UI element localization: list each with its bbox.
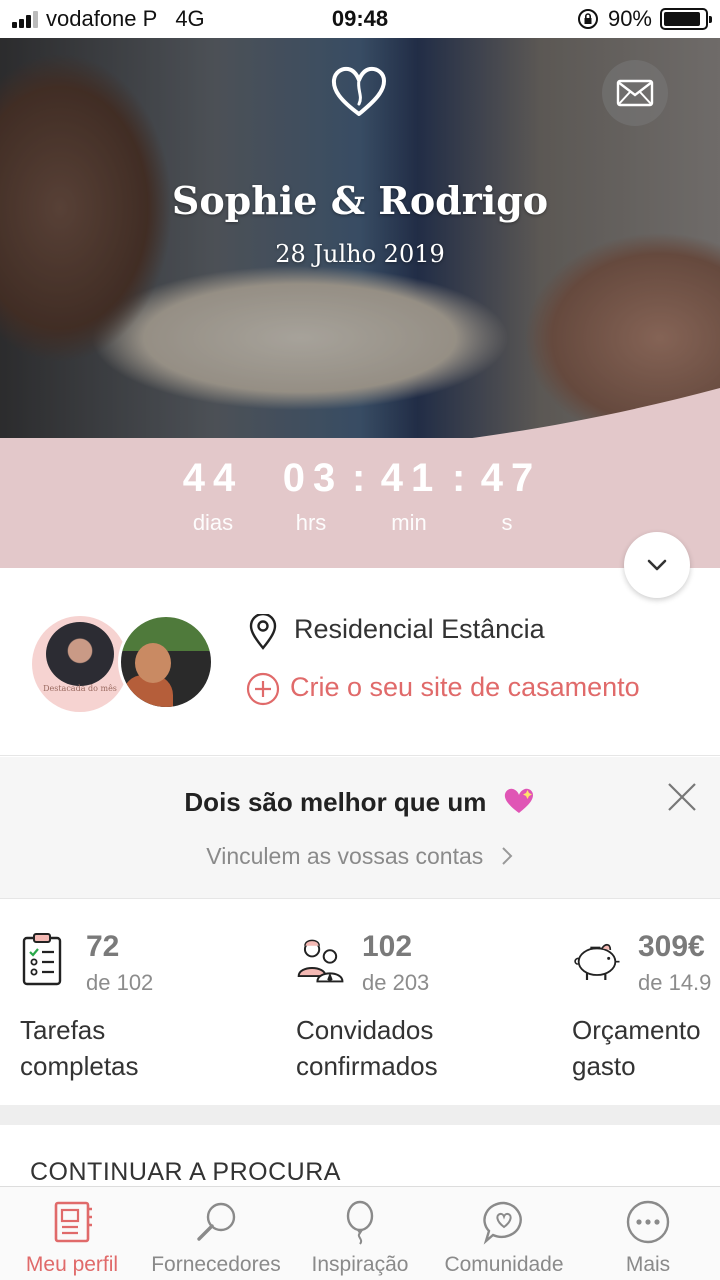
create-website-link[interactable]: Crie o seu site de casamento — [290, 672, 640, 703]
tab-inspiracao[interactable]: Inspiração — [288, 1187, 432, 1280]
balloon-icon — [346, 1200, 374, 1245]
countdown-separator: : — [352, 456, 366, 500]
status-right: 90% — [576, 6, 712, 32]
heart-logo-icon — [331, 66, 386, 116]
stat-value: 72 — [86, 930, 120, 963]
countdown-hours: 03 — [282, 456, 344, 500]
countdown-minutes-label: min — [391, 510, 427, 535]
countdown-seconds-label: s — [501, 510, 513, 535]
tab-label: Inspiração — [311, 1253, 409, 1276]
tab-meu-perfil[interactable]: Meu perfil — [0, 1187, 144, 1280]
stat-label: Tarefas completas — [20, 1015, 139, 1081]
close-icon[interactable] — [666, 781, 698, 813]
more-icon — [626, 1200, 670, 1244]
mail-icon — [616, 79, 654, 107]
section-divider — [0, 1105, 720, 1125]
location-pin-icon — [249, 614, 277, 650]
countdown-days-label: dias — [192, 510, 234, 535]
chevron-right-icon — [501, 847, 513, 865]
tab-fornecedores[interactable]: Fornecedores — [144, 1187, 288, 1280]
rotation-lock-icon — [577, 9, 598, 29]
tab-comunidade[interactable]: Comunidade — [432, 1187, 576, 1280]
status-bar: vodafone P 4G 09:48 90% — [0, 0, 720, 38]
chat-heart-icon — [483, 1201, 522, 1245]
avatar-groom[interactable] — [118, 614, 214, 710]
avatar-caption: Destacada do mês — [43, 684, 117, 693]
banner-title: Dois são melhor que um — [0, 787, 720, 818]
messages-button[interactable] — [602, 60, 668, 126]
countdown-seconds: 47 — [480, 456, 542, 500]
stat-label: Convidados confirmados — [296, 1015, 438, 1081]
stat-label: Orçamento gasto — [572, 1015, 701, 1081]
continue-search-title: CONTINUAR A PROCURA — [30, 1158, 341, 1186]
couple-names: Sophie & Rodrigo — [171, 178, 549, 223]
plus-circle-icon — [246, 672, 280, 706]
stat-value: 309€ — [638, 930, 705, 963]
countdown-separator: : — [452, 456, 466, 500]
tab-label: Meu perfil — [25, 1253, 119, 1276]
bottom-tab-bar: Meu perfil Fornecedores Inspiração Comun… — [0, 1186, 720, 1280]
battery-icon — [660, 8, 712, 30]
sparkling-heart-icon — [504, 788, 533, 813]
venue-location[interactable]: Residencial Estância — [294, 614, 545, 645]
expand-button[interactable] — [624, 532, 690, 598]
stat-total: de 203 — [362, 970, 430, 995]
countdown: 44 03 : 41 : 47 dias hrs min s — [0, 456, 720, 536]
countdown-hours-label: hrs — [295, 510, 327, 535]
wedding-date: 28 Julho 2019 — [275, 240, 445, 268]
avatar-bride[interactable]: Destacada do mês — [32, 616, 128, 712]
guests-icon — [297, 939, 344, 983]
checklist-icon — [22, 933, 62, 986]
tab-mais[interactable]: Mais — [576, 1187, 720, 1280]
profile-section: Destacada do mês Residencial Estância Cr… — [0, 568, 720, 756]
hero-header: Sophie & Rodrigo 28 Julho 2019 44 03 : 4… — [0, 38, 720, 568]
battery-percent: 90% — [607, 6, 652, 31]
tab-label: Comunidade — [444, 1253, 564, 1276]
countdown-days: 44 — [182, 456, 244, 500]
tab-label: Mais — [625, 1253, 671, 1276]
chevron-down-icon — [647, 559, 667, 571]
stat-value: 102 — [362, 930, 413, 963]
countdown-minutes: 41 — [380, 456, 442, 500]
stat-total: de 102 — [86, 970, 154, 995]
stat-total: de 14.9 — [638, 970, 712, 995]
link-accounts-banner[interactable]: Dois são melhor que um Vinculem as vossa… — [0, 757, 720, 899]
piggy-bank-icon — [574, 943, 620, 980]
notebook-icon — [54, 1201, 92, 1243]
search-icon — [197, 1202, 236, 1241]
stats-section: 72 de 102 Tarefas completas 102 de 203 C… — [0, 900, 720, 1105]
banner-subtitle[interactable]: Vinculem as vossas contas — [0, 843, 720, 870]
tab-label: Fornecedores — [151, 1253, 281, 1276]
